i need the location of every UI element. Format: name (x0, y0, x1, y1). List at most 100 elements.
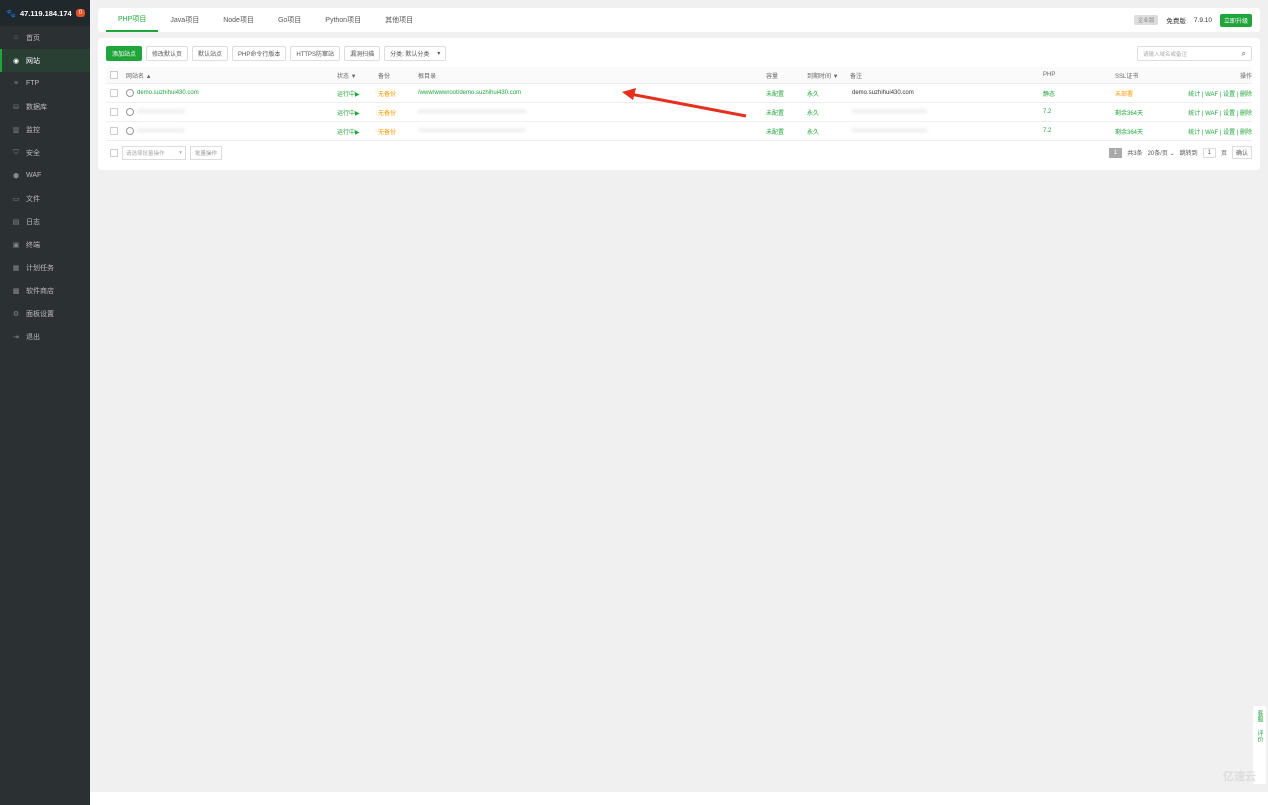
server-ip: 47.119.184.174 (19, 8, 72, 18)
site-capacity[interactable]: 未配置 (766, 103, 784, 121)
jump-confirm-button[interactable]: 确认 (1231, 146, 1252, 159)
edit-default-page-button[interactable]: 修改默认页 (146, 46, 189, 61)
site-actions[interactable]: 统计 | WAF | 设置 | 删除 (1188, 84, 1252, 102)
category-select[interactable]: 分类: 默认分类 ▾ (384, 46, 447, 61)
select-all-checkbox[interactable] (110, 71, 118, 79)
blurred-text: xxxxxxxxxxxxxxxxxxxxxxxxx (852, 109, 927, 115)
per-page-label: 20条/页 (1147, 151, 1168, 157)
sidebar-item-label: 安全 (26, 149, 40, 157)
search-input[interactable]: 请输入域名或备注 ⌕ (1137, 46, 1252, 61)
review-button[interactable]: 评价 (1255, 730, 1264, 742)
per-page-select[interactable]: 20条/页 ⌄ (1148, 148, 1175, 157)
project-tab[interactable]: Java项目 (158, 8, 211, 32)
chevron-down-icon: ⌄ (1169, 151, 1175, 157)
jump-label: 跳转到 (1179, 151, 1198, 157)
header-status[interactable]: 状态 ▼ (337, 67, 357, 83)
sidebar-item-label: 退出 (26, 333, 40, 341)
batch-select[interactable]: 请选择批量操作 ▾ (122, 146, 186, 160)
sidebar-item[interactable]: ▭ 文件 (0, 187, 90, 210)
site-backup[interactable]: 无备份 (378, 122, 396, 140)
grid-icon: ▩ (12, 287, 20, 295)
site-capacity[interactable]: 未配置 (766, 84, 784, 102)
site-capacity[interactable]: 未配置 (766, 122, 784, 140)
sidebar-item[interactable]: ⬢ WAF (0, 164, 90, 187)
sidebar-item[interactable]: ◉ 网站 (0, 49, 90, 72)
batch-checkbox[interactable] (110, 149, 118, 157)
site-remark[interactable]: demo.suzhihui430.com (852, 84, 914, 102)
header-expire[interactable]: 到期时间 ▼ (807, 67, 839, 83)
sidebar-item[interactable]: ▦ 计划任务 (0, 256, 90, 279)
site-actions[interactable]: 统计 | WAF | 设置 | 删除 (1188, 103, 1252, 121)
site-status[interactable]: 运行中▶ (337, 103, 360, 121)
enterprise-badge[interactable]: 企业版 (1133, 15, 1159, 25)
sidebar-item[interactable]: ⌂ 首页 (0, 26, 90, 49)
sidebar-item-label: 监控 (26, 126, 40, 134)
default-site-button[interactable]: 默认站点 (192, 46, 229, 61)
service-button[interactable]: 客服 (1255, 710, 1264, 722)
site-ssl-status[interactable]: 剩余364天 (1115, 103, 1143, 121)
sidebar-item[interactable]: ▥ 监控 (0, 118, 90, 141)
vuln-scan-button[interactable]: 漏洞扫描 (344, 46, 381, 61)
sidebar-item[interactable]: ≡ FTP (0, 72, 90, 95)
toolbar: 添加站点 修改默认页 默认站点 PHP命令行版本 HTTPS防窜站 漏洞扫描 分… (106, 46, 447, 61)
sidebar-menu: ⌂ 首页 ◉ 网站 ≡ FTP ⛁ 数据库 ▥ 监控 ⛉ 安全 ⬢ WAF ▭ 文件 ▤ 日志 ▣ 终端 ▦ 计划任务 ▩ 软… (0, 26, 90, 348)
batch-button[interactable]: 批量操作 (190, 146, 223, 160)
sidebar-item-label: 计划任务 (26, 264, 54, 272)
site-backup[interactable]: 无备份 (378, 103, 396, 121)
project-tab[interactable]: Go项目 (266, 8, 313, 32)
blurred-text: xxxxxxxxxxxxxxxxxxxxxxxxxxxxxxxxxxxx (418, 128, 526, 134)
sidebar-item[interactable]: ▣ 终端 (0, 233, 90, 256)
site-expire[interactable]: 永久 (807, 122, 819, 140)
page-number[interactable]: 1 (1108, 147, 1123, 158)
site-expire[interactable]: 永久 (807, 103, 819, 121)
sidebar-item[interactable]: ⚙ 面板设置 (0, 302, 90, 325)
project-tab[interactable]: Python项目 (313, 8, 373, 32)
header-capacity: 容量 (766, 73, 779, 80)
site-ssl-status[interactable]: 剩余364天 (1115, 122, 1143, 140)
site-actions[interactable]: 统计 | WAF | 设置 | 删除 (1188, 122, 1252, 140)
waf-icon: ⬢ (12, 172, 20, 180)
project-tab[interactable]: Node项目 (211, 8, 266, 32)
site-php-version[interactable]: 静态 (1043, 84, 1055, 102)
sidebar-item-label: 首页 (26, 34, 40, 42)
php-cli-version-button[interactable]: PHP命令行版本 (232, 46, 287, 61)
site-root-link[interactable]: /www/wwwroot/demo.suzhihui430.com (418, 84, 521, 102)
sidebar: 🐾 47.119.184.174 0 ⌂ 首页 ◉ 网站 ≡ FTP ⛁ 数据库 ▥ 监控 ⛉ 安全 ⬢… (0, 0, 90, 805)
ftp-icon: ≡ (13, 80, 19, 87)
project-tab[interactable]: 其他项目 (373, 8, 425, 32)
site-php-version[interactable]: 7.2 (1043, 122, 1051, 140)
sidebar-item[interactable]: ▤ 日志 (0, 210, 90, 233)
site-name-link[interactable]: demo.suzhihui430.com (137, 90, 199, 96)
sidebar-item[interactable]: ⇥ 退出 (0, 325, 90, 348)
gear-icon: ⚙ (12, 310, 20, 318)
chevron-down-icon: ▾ (179, 150, 182, 156)
site-status[interactable]: 运行中▶ (337, 84, 360, 102)
site-ssl-status[interactable]: 未部署 (1115, 84, 1133, 102)
project-tabs: PHP项目 Java项目 Node项目 Go项目 Python项目 其他项目 (98, 8, 425, 32)
header-ssl: SSL证书 (1115, 73, 1139, 80)
site-php-version[interactable]: 7.2 (1043, 103, 1051, 121)
batch-area: 请选择批量操作 ▾ 批量操作 (106, 146, 223, 160)
sidebar-item[interactable]: ⛉ 安全 (0, 141, 90, 164)
table-header: 网站名 ▲ 状态 ▼ 备份 根目录 容量 到期时间 ▼ 备注 PHP SSL证书… (106, 67, 1252, 84)
shield-icon (126, 89, 134, 97)
header-remark: 备注 (850, 73, 863, 80)
notification-badge[interactable]: 0 (75, 9, 86, 17)
site-status[interactable]: 运行中▶ (337, 122, 360, 140)
site-expire[interactable]: 永久 (807, 84, 819, 102)
add-site-button[interactable]: 添加站点 (106, 46, 143, 61)
sidebar-item[interactable]: ▩ 软件商店 (0, 279, 90, 302)
total-count: 共3条 (1127, 151, 1143, 157)
folder-icon: ▭ (12, 195, 20, 203)
https-defense-button[interactable]: HTTPS防窜站 (290, 46, 341, 61)
project-tab[interactable]: PHP项目 (106, 8, 159, 32)
row-checkbox[interactable] (110, 89, 118, 97)
row-checkbox[interactable] (110, 108, 118, 116)
jump-input[interactable]: 1 (1202, 147, 1216, 158)
site-backup[interactable]: 无备份 (378, 84, 396, 102)
row-checkbox[interactable] (110, 127, 118, 135)
upgrade-button[interactable]: 立即升级 (1219, 13, 1252, 27)
pagination: 1 共3条 20条/页 ⌄ 跳转到 1 页 确认 (1108, 146, 1252, 159)
header-site-name[interactable]: 网站名 ▲ (126, 67, 152, 83)
sidebar-item[interactable]: ⛁ 数据库 (0, 95, 90, 118)
